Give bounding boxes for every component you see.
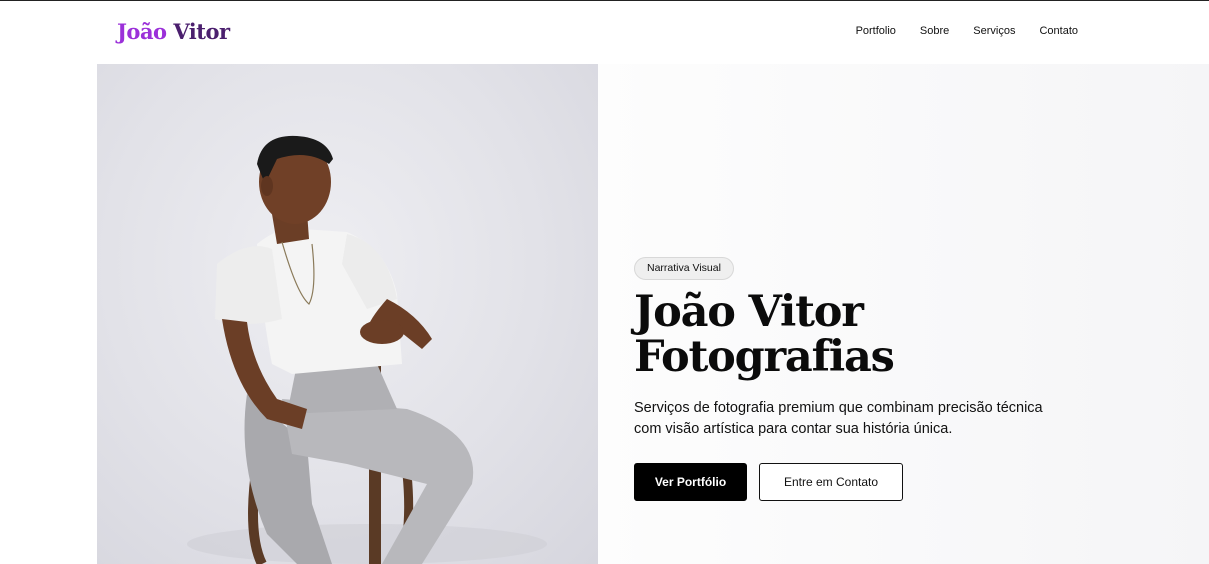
hero-photo [97,64,598,564]
hero-title-line2: Fotografias [634,332,895,382]
nav-sobre[interactable]: Sobre [920,25,949,37]
site-header: João Vitor Portfolio Sobre Serviços Cont… [0,1,1209,64]
logo-last-name: Vitor [173,19,230,44]
logo[interactable]: João Vitor [117,19,230,44]
view-portfolio-button[interactable]: Ver Portfólio [634,463,747,501]
logo-first-name: João [117,19,167,44]
hero-title-line1: João Vitor [634,287,864,337]
contact-button[interactable]: Entre em Contato [759,463,903,501]
hero-content: Narrativa Visual João Vitor Fotografias … [598,64,1209,564]
portrait-illustration [187,135,547,564]
hero-description: Serviços de fotografia premium que combi… [634,400,1043,437]
nav-portfolio[interactable]: Portfolio [856,25,896,37]
hero-badge: Narrativa Visual [634,257,734,280]
nav-contato[interactable]: Contato [1039,25,1078,37]
nav-servicos[interactable]: Serviços [973,25,1015,37]
hero-title: João Vitor Fotografias [634,287,895,382]
main-nav: Portfolio Sobre Serviços Contato [856,25,1078,37]
